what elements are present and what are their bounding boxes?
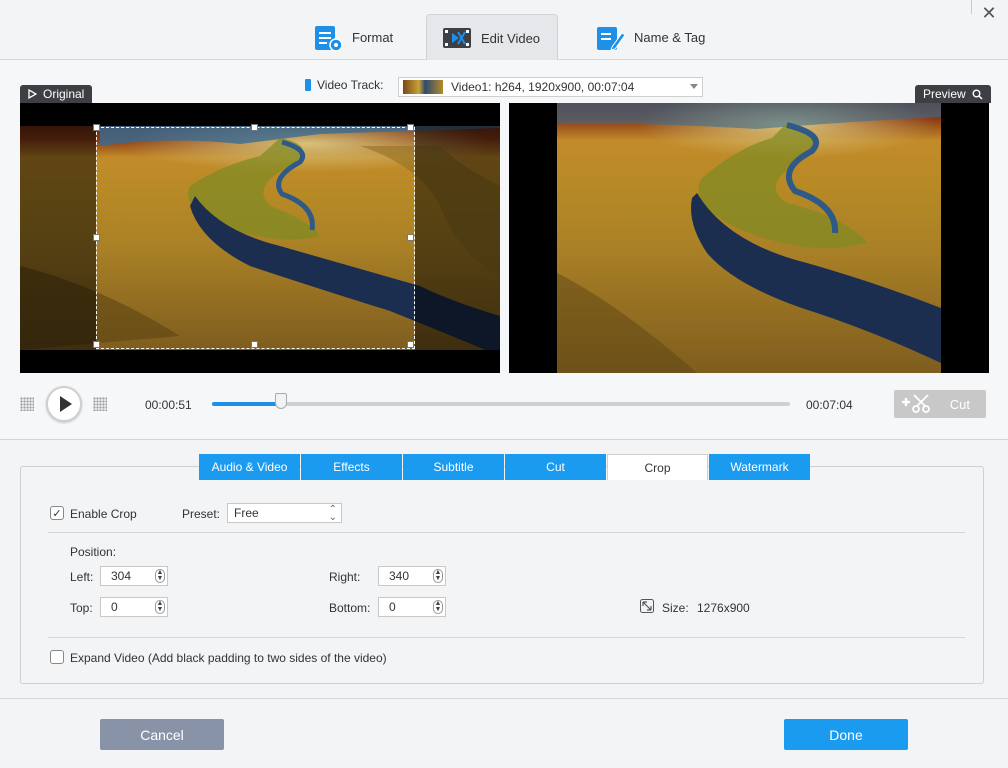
- top-value: 0: [111, 600, 118, 614]
- original-video[interactable]: [20, 103, 500, 373]
- video-track-select[interactable]: Video1: h264, 1920x900, 00:07:04: [398, 77, 703, 97]
- bottom-input[interactable]: 0 ▲ ▼: [378, 597, 446, 617]
- subtab-crop[interactable]: Crop: [607, 454, 708, 480]
- tab-name-tag-label: Name & Tag: [634, 30, 706, 45]
- preset-value: Free: [234, 506, 259, 520]
- bottom-value: 0: [389, 600, 396, 614]
- timeline-progress: [212, 402, 282, 406]
- chevron-down-icon: [690, 84, 698, 89]
- preview-pane-label: Preview: [915, 85, 991, 103]
- spinner-icon[interactable]: ▲ ▼: [155, 600, 165, 614]
- crop-handle-left[interactable]: [93, 234, 100, 241]
- top-label: Top:: [70, 601, 93, 615]
- video-track-label-group: Video Track:: [305, 78, 383, 92]
- enable-crop-checkbox[interactable]: ✓: [50, 506, 64, 520]
- title-separator: [971, 0, 972, 14]
- crop-handle-top-right[interactable]: [407, 124, 414, 131]
- edit-video-icon: [443, 28, 471, 48]
- crop-handle-bottom-left[interactable]: [93, 341, 100, 348]
- cancel-button[interactable]: Cancel: [100, 719, 224, 750]
- bottom-label: Bottom:: [329, 601, 371, 615]
- footer-divider: [0, 698, 1008, 699]
- left-value: 304: [111, 569, 132, 583]
- subtab-audio-video[interactable]: Audio & Video: [199, 454, 300, 480]
- name-tag-icon: [597, 26, 626, 51]
- done-button[interactable]: Done: [784, 719, 908, 750]
- spinner-icon[interactable]: ▲ ▼: [433, 600, 443, 614]
- divider-top: [48, 532, 965, 533]
- subtab-cut[interactable]: Cut: [505, 454, 606, 480]
- current-time: 00:00:51: [145, 398, 192, 412]
- preview-label-text: Preview: [923, 87, 966, 101]
- resize-icon: [640, 599, 654, 613]
- subtab-watermark[interactable]: Watermark: [709, 454, 810, 480]
- crop-handle-bottom-right[interactable]: [407, 341, 414, 348]
- format-icon: [315, 25, 343, 52]
- crop-handle-bottom[interactable]: [251, 341, 258, 348]
- preview-video: [509, 103, 989, 373]
- total-time: 00:07:04: [806, 398, 853, 412]
- video-track-label: Video Track:: [317, 78, 384, 92]
- crop-handle-top[interactable]: [251, 124, 258, 131]
- spinner-icon[interactable]: ▲ ▼: [433, 569, 443, 583]
- left-input[interactable]: 304 ▲ ▼: [100, 566, 168, 586]
- preset-select[interactable]: Free ⌃ ⌄: [227, 503, 342, 523]
- enable-crop-label: Enable Crop: [70, 507, 137, 521]
- chevron-updown-icon: ⌃ ⌄: [328, 504, 337, 523]
- tab-edit-video-label: Edit Video: [481, 30, 541, 46]
- crop-dim-left: [20, 126, 96, 350]
- preset-label: Preset:: [182, 507, 221, 521]
- size-label: Size:: [662, 601, 689, 615]
- subtab-subtitle[interactable]: Subtitle: [403, 454, 504, 480]
- tab-name-tag[interactable]: Name & Tag: [580, 14, 719, 61]
- river-scene-preview: [557, 103, 941, 373]
- tab-format[interactable]: Format: [298, 14, 407, 61]
- size-value: 1276x900: [697, 601, 750, 615]
- subtab-effects[interactable]: Effects: [301, 454, 402, 480]
- original-pane-label: Original: [20, 85, 93, 103]
- spinner-icon[interactable]: ▲ ▼: [155, 569, 165, 583]
- position-label: Position:: [70, 545, 117, 559]
- zoom-icon: [972, 89, 983, 100]
- expand-video-checkbox[interactable]: [50, 650, 64, 664]
- drag-handle-right[interactable]: [93, 397, 107, 411]
- right-value: 340: [389, 569, 410, 583]
- top-tab-bar: Format Edit Video Name & Tag ✕: [0, 0, 1008, 61]
- left-label: Left:: [70, 570, 94, 584]
- drag-handle-left[interactable]: [20, 397, 34, 411]
- play-icon: [60, 396, 72, 412]
- play-outline-icon: [28, 89, 37, 99]
- video-track-icon: [305, 79, 311, 91]
- right-label: Right:: [329, 570, 361, 584]
- expand-video-label: Expand Video (Add black padding to two s…: [70, 651, 387, 665]
- right-input[interactable]: 340 ▲ ▼: [378, 566, 446, 586]
- top-input[interactable]: 0 ▲ ▼: [100, 597, 168, 617]
- tab-edit-video[interactable]: Edit Video: [426, 14, 558, 61]
- crop-handle-top-left[interactable]: [93, 124, 100, 131]
- preview-video-frame: [557, 103, 941, 373]
- cut-scissors-icon: [902, 394, 930, 413]
- timeline-slider[interactable]: [212, 393, 790, 409]
- cut-button-label: Cut: [949, 396, 970, 412]
- original-label-text: Original: [43, 87, 85, 101]
- crop-dim-right: [415, 126, 500, 350]
- crop-handle-right[interactable]: [407, 234, 414, 241]
- checkmark-icon: ✓: [52, 507, 62, 520]
- cut-button[interactable]: Cut: [894, 390, 986, 418]
- crop-rectangle[interactable]: [96, 127, 415, 349]
- play-button[interactable]: [46, 386, 82, 422]
- timeline-thumb[interactable]: [275, 393, 288, 409]
- video-track-thumbnail: [403, 80, 443, 94]
- edit-subtabs: Audio & Video Effects Subtitle Cut Crop …: [199, 454, 810, 480]
- divider-bottom: [48, 637, 965, 638]
- close-icon[interactable]: ✕: [980, 4, 998, 22]
- tab-format-label: Format: [352, 30, 394, 45]
- video-track-value: Video1: h264, 1920x900, 00:07:04: [451, 80, 635, 94]
